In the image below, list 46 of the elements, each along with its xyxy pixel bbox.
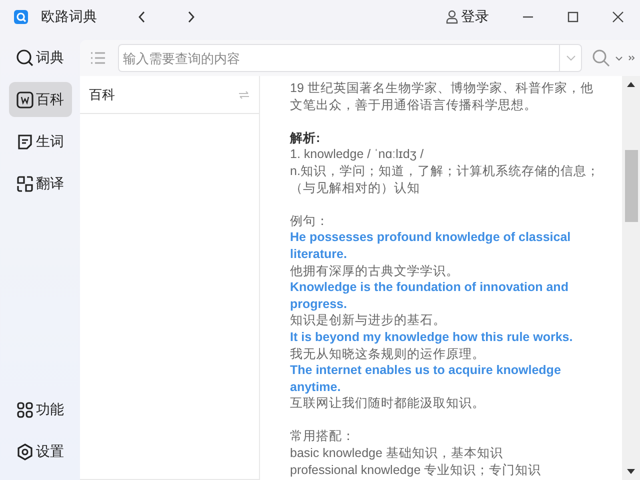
list-icon[interactable] <box>90 51 106 65</box>
nav-item[interactable]: 词典 <box>8 40 72 75</box>
w-square-icon <box>16 90 34 108</box>
scroll-up-icon[interactable] <box>627 82 635 87</box>
example-sentence: The internet enables us to acquire knowledge anytime. <box>290 362 562 396</box>
translate-icon <box>16 174 34 192</box>
caret-icon[interactable] <box>615 56 623 60</box>
example-sentence: Knowledge is the foundation of innovation and progress. <box>290 279 570 312</box>
note-icon <box>16 132 34 150</box>
back-icon[interactable] <box>138 11 146 23</box>
double-chevron-icon[interactable] <box>628 55 635 61</box>
gear-icon <box>16 442 34 460</box>
article-text: 19 世纪英国著名生物学家、博物学家、科普作家，他文笔出众，善于用通俗语言传播科学思想。 <box>290 80 594 114</box>
article-text: 例句： <box>290 212 330 230</box>
article-text: 我无从知晓这条规则的运作原理。 <box>290 346 486 362</box>
maximize-icon[interactable] <box>567 11 579 23</box>
app-logo-icon <box>14 10 28 24</box>
article-text: 常用搭配： <box>290 428 356 446</box>
nav-item[interactable]: 翻译 <box>8 166 72 201</box>
article-text: professional knowledge 专业知识；专门知识 <box>290 462 542 478</box>
article-text: basic knowledge 基础知识，基本知识 <box>290 445 504 462</box>
article-text: n.知识，学问；知道，了解；计算机系统存储的信息；（与见解相对的）认知 <box>290 162 600 196</box>
scrollbar[interactable] <box>622 76 640 480</box>
example-sentence: He possesses profound knowledge of classical literature. <box>290 229 572 263</box>
section-heading: 解析: <box>290 130 322 146</box>
search-icon[interactable] <box>592 49 610 67</box>
close-icon[interactable] <box>612 11 624 23</box>
article-text: 他拥有深厚的古典文学学识。 <box>290 262 460 280</box>
search-field[interactable]: 输入需要查询的内容 <box>118 44 559 72</box>
panel-title: 百科 <box>89 86 115 104</box>
grid-icon <box>16 400 34 418</box>
article-text: 1. knowledge / ˈnɑːlɪdʒ / <box>290 146 425 163</box>
search-icon <box>16 48 34 66</box>
login-button[interactable]: 登录 <box>446 8 489 26</box>
nav-item[interactable]: 百科 <box>8 82 72 117</box>
scroll-down-icon[interactable] <box>627 469 635 474</box>
nav-item[interactable]: 生词 <box>8 124 72 159</box>
nav-item[interactable]: 功能 <box>8 392 72 427</box>
article-text: 知识是创新与进步的基石。 <box>290 312 447 329</box>
window-title: 欧路词典 <box>41 8 97 26</box>
scroll-thumb[interactable] <box>624 150 638 222</box>
user-icon <box>446 10 458 24</box>
nav-item[interactable]: 设置 <box>8 434 72 469</box>
example-sentence: It is beyond my knowledge how this rule works. <box>290 328 574 346</box>
forward-icon[interactable] <box>187 11 195 23</box>
article-text: 互联网让我们随时都能汲取知识。 <box>290 395 486 412</box>
